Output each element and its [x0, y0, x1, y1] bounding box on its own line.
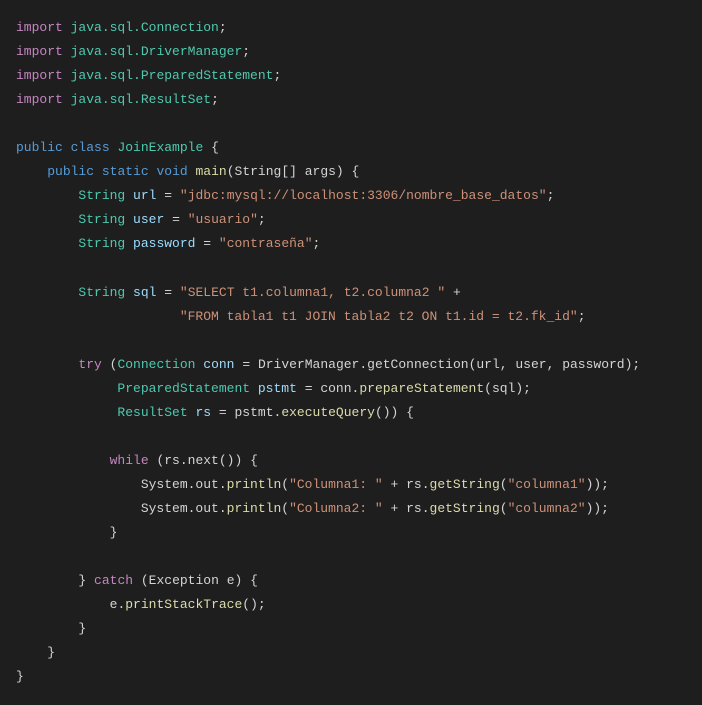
- var-password: String password = "contraseña";: [78, 236, 320, 251]
- println-col1: System.out.println("Columna1: " + rs.get…: [141, 477, 609, 492]
- close-class-brace: }: [16, 669, 24, 684]
- class-declaration: public class JoinExample {: [16, 140, 219, 155]
- import-line: import java.sql.DriverManager;: [16, 44, 250, 59]
- var-url: String url = "jdbc:mysql://localhost:330…: [78, 188, 554, 203]
- printstacktrace-line: e.printStackTrace();: [110, 597, 266, 612]
- code-block: import java.sql.Connection; import java.…: [16, 16, 686, 689]
- try-resource-rs: ResultSet rs = pstmt.executeQuery()) {: [117, 405, 414, 420]
- try-resource-pstmt: PreparedStatement pstmt = conn.prepareSt…: [117, 381, 531, 396]
- import-line: import java.sql.PreparedStatement;: [16, 68, 281, 83]
- catch-line: } catch (Exception e) {: [78, 573, 257, 588]
- import-line: import java.sql.ResultSet;: [16, 92, 219, 107]
- main-method-declaration: public static void main(String[] args) {: [47, 164, 359, 179]
- println-col2: System.out.println("Columna2: " + rs.get…: [141, 501, 609, 516]
- sql-continuation: "FROM tabla1 t1 JOIN tabla2 t2 ON t1.id …: [180, 309, 586, 324]
- import-line: import java.sql.Connection;: [16, 20, 227, 35]
- var-user: String user = "usuario";: [78, 212, 265, 227]
- var-sql: String sql = "SELECT t1.columna1, t2.col…: [78, 285, 460, 300]
- while-line: while (rs.next()) {: [110, 453, 258, 468]
- close-while-brace: }: [110, 525, 118, 540]
- close-main-brace: }: [47, 645, 55, 660]
- close-catch-brace: }: [78, 621, 86, 636]
- try-line: try (Connection conn = DriverManager.get…: [78, 357, 640, 372]
